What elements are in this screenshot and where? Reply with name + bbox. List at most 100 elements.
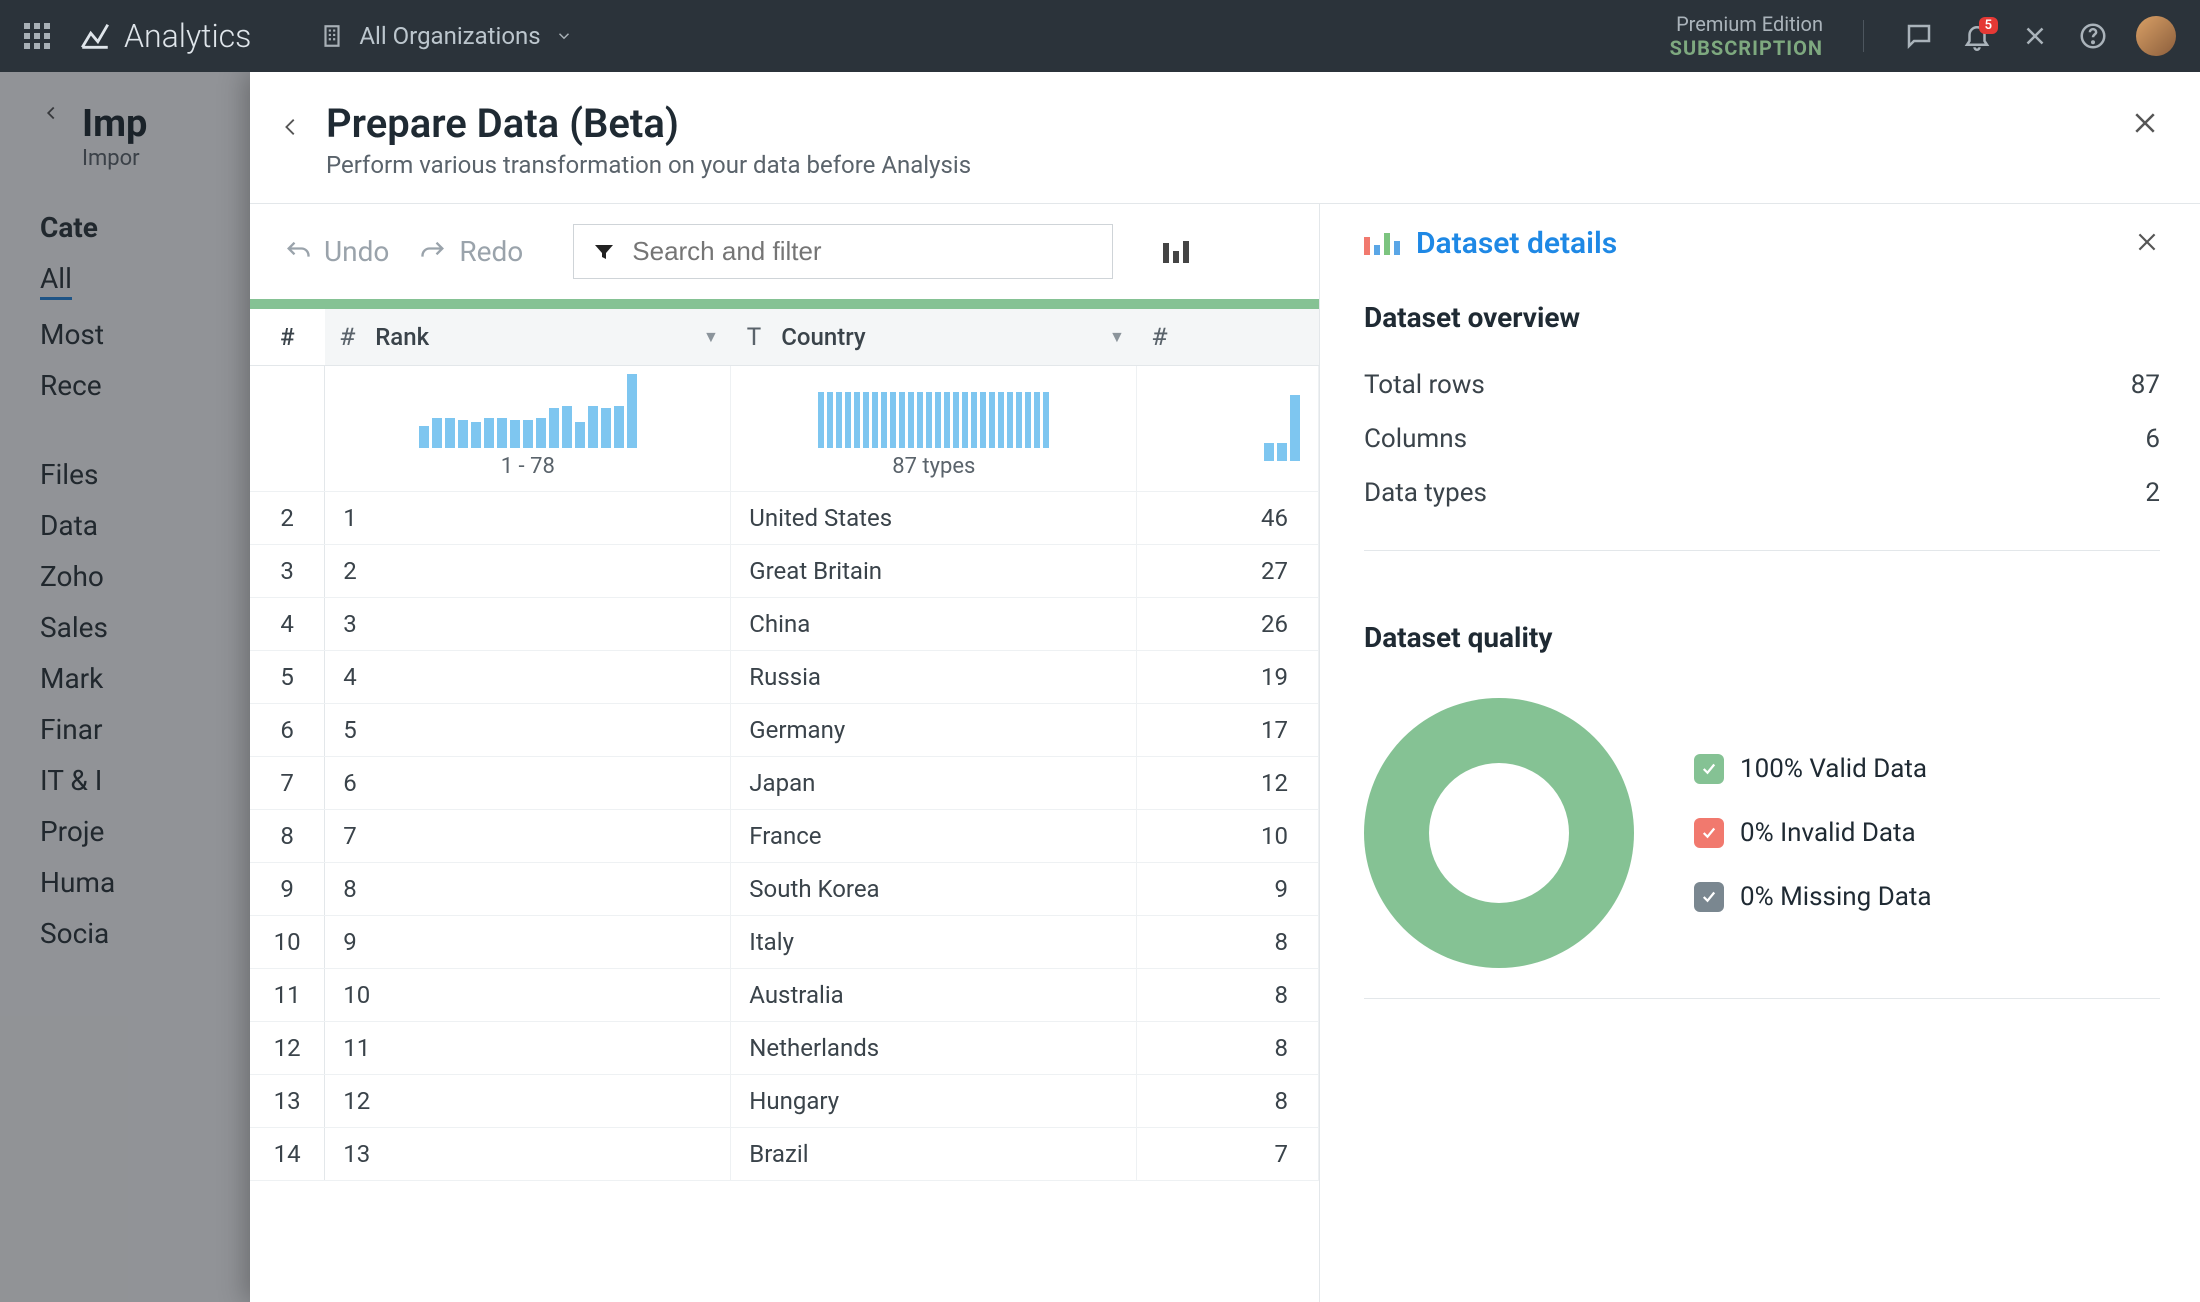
quality-legend: 100% Valid Data 0% Invalid Data 0% Missi…	[1694, 754, 1932, 912]
cell-gold: 8	[1137, 1075, 1319, 1128]
quality-title: Dataset quality	[1364, 621, 2160, 654]
data-grid-pane: Undo Redo	[250, 204, 1320, 1302]
legend-invalid: 0% Invalid Data	[1694, 818, 1932, 848]
brand[interactable]: Analytics	[78, 17, 251, 55]
cell-country: France	[731, 810, 1137, 863]
kv-total-rows: Total rows 87	[1364, 358, 2160, 412]
cell-rownum: 6	[250, 704, 325, 757]
org-picker-label: All Organizations	[359, 22, 540, 50]
table-row[interactable]: 1312Hungary8	[250, 1075, 1319, 1128]
edition-bottom: SUBSCRIPTION	[1670, 36, 1823, 60]
divider	[1863, 20, 1864, 52]
col-header-gold[interactable]: #	[1137, 309, 1319, 366]
table-row[interactable]: 98South Korea9	[250, 863, 1319, 916]
quality-donut-chart	[1364, 698, 1634, 968]
cell-gold: 27	[1137, 545, 1319, 598]
stats-icon	[1364, 233, 1400, 255]
col-header-rownum[interactable]: #	[250, 309, 325, 366]
cell-gold: 26	[1137, 598, 1319, 651]
cell-rownum: 12	[250, 1022, 325, 1075]
kv-label: Total rows	[1364, 370, 1485, 400]
cell-country: China	[731, 598, 1137, 651]
legend-label: 0% Missing Data	[1740, 882, 1932, 912]
brand-label: Analytics	[124, 17, 251, 55]
details-close-button[interactable]	[2134, 229, 2160, 259]
cell-country: Australia	[731, 969, 1137, 1022]
notifications-icon[interactable]: 5	[1962, 21, 1992, 51]
cell-rank: 8	[325, 863, 731, 916]
table-row[interactable]: 65Germany17	[250, 704, 1319, 757]
cell-gold: 12	[1137, 757, 1319, 810]
kv-columns: Columns 6	[1364, 412, 2160, 466]
building-icon	[319, 23, 345, 49]
chat-icon[interactable]	[1904, 21, 1934, 51]
kv-value: 2	[2145, 478, 2160, 508]
tools-icon[interactable]	[2020, 21, 2050, 51]
kv-dtypes: Data types 2	[1364, 466, 2160, 520]
cell-country: Great Britain	[731, 545, 1137, 598]
cell-rownum: 13	[250, 1075, 325, 1128]
undo-button[interactable]: Undo	[284, 235, 389, 268]
cell-country: Russia	[731, 651, 1137, 704]
cell-country: United States	[731, 492, 1137, 545]
cell-rownum: 7	[250, 757, 325, 810]
kv-value: 6	[2145, 424, 2160, 454]
topbar: Analytics All Organizations Premium Edit…	[0, 0, 2200, 72]
cell-rownum: 11	[250, 969, 325, 1022]
modal-header: Prepare Data (Beta) Perform various tran…	[250, 72, 2200, 204]
chevron-down-icon	[555, 27, 573, 45]
cell-rank: 6	[325, 757, 731, 810]
table-row[interactable]: 32Great Britain27	[250, 545, 1319, 598]
histogram-row: 1 - 78 87 types	[250, 366, 1319, 492]
table-row[interactable]: 1413Brazil7	[250, 1128, 1319, 1181]
modal-close-button[interactable]	[2130, 100, 2160, 142]
cell-rownum: 8	[250, 810, 325, 863]
cell-rownum: 9	[250, 863, 325, 916]
cell-rownum: 10	[250, 916, 325, 969]
col-label: Country	[781, 323, 865, 351]
col-header-rank[interactable]: # Rank ▼	[325, 309, 731, 366]
col-histogram-rank	[343, 378, 712, 448]
cell-country: Japan	[731, 757, 1137, 810]
chevron-down-icon[interactable]: ▼	[703, 327, 719, 347]
table-row[interactable]: 109Italy8	[250, 916, 1319, 969]
table-row[interactable]: 76Japan12	[250, 757, 1319, 810]
table-row[interactable]: 54Russia19	[250, 651, 1319, 704]
cell-country: Italy	[731, 916, 1137, 969]
table-row[interactable]: 1110Australia8	[250, 969, 1319, 1022]
table-row[interactable]: 87France10	[250, 810, 1319, 863]
avatar[interactable]	[2136, 16, 2176, 56]
cell-rank: 5	[325, 704, 731, 757]
analytics-logo-icon	[78, 19, 112, 53]
cell-gold: 9	[1137, 863, 1319, 916]
cell-rank: 3	[325, 598, 731, 651]
grid-toolbar: Undo Redo	[250, 204, 1319, 299]
search-input[interactable]	[630, 235, 1094, 268]
table-row[interactable]: 21United States46	[250, 492, 1319, 545]
apps-launcher-icon[interactable]	[24, 23, 50, 49]
table-row[interactable]: 1211Netherlands8	[250, 1022, 1319, 1075]
quality-bar-row	[250, 299, 1319, 309]
org-picker[interactable]: All Organizations	[319, 22, 572, 50]
legend-label: 100% Valid Data	[1740, 754, 1927, 784]
overview-title: Dataset overview	[1364, 301, 2160, 334]
cell-rank: 13	[325, 1128, 731, 1181]
col-header-country[interactable]: T Country ▼	[731, 309, 1137, 366]
kv-label: Data types	[1364, 478, 1487, 508]
redo-button[interactable]: Redo	[419, 235, 523, 268]
col-type-icon: T	[747, 323, 761, 351]
cell-gold: 10	[1137, 810, 1319, 863]
filter-icon	[592, 240, 616, 264]
search-box[interactable]	[573, 224, 1113, 279]
help-icon[interactable]	[2078, 21, 2108, 51]
cell-gold: 8	[1137, 969, 1319, 1022]
column-stats-icon[interactable]	[1163, 241, 1189, 263]
cell-rank: 2	[325, 545, 731, 598]
chevron-down-icon[interactable]: ▼	[1109, 327, 1125, 347]
table-row[interactable]: 43China26	[250, 598, 1319, 651]
cell-rownum: 14	[250, 1128, 325, 1181]
edition-badge[interactable]: Premium Edition SUBSCRIPTION	[1670, 12, 1823, 60]
cell-gold: 7	[1137, 1128, 1319, 1181]
edition-top: Premium Edition	[1670, 12, 1823, 36]
modal-back-button[interactable]	[280, 100, 302, 148]
